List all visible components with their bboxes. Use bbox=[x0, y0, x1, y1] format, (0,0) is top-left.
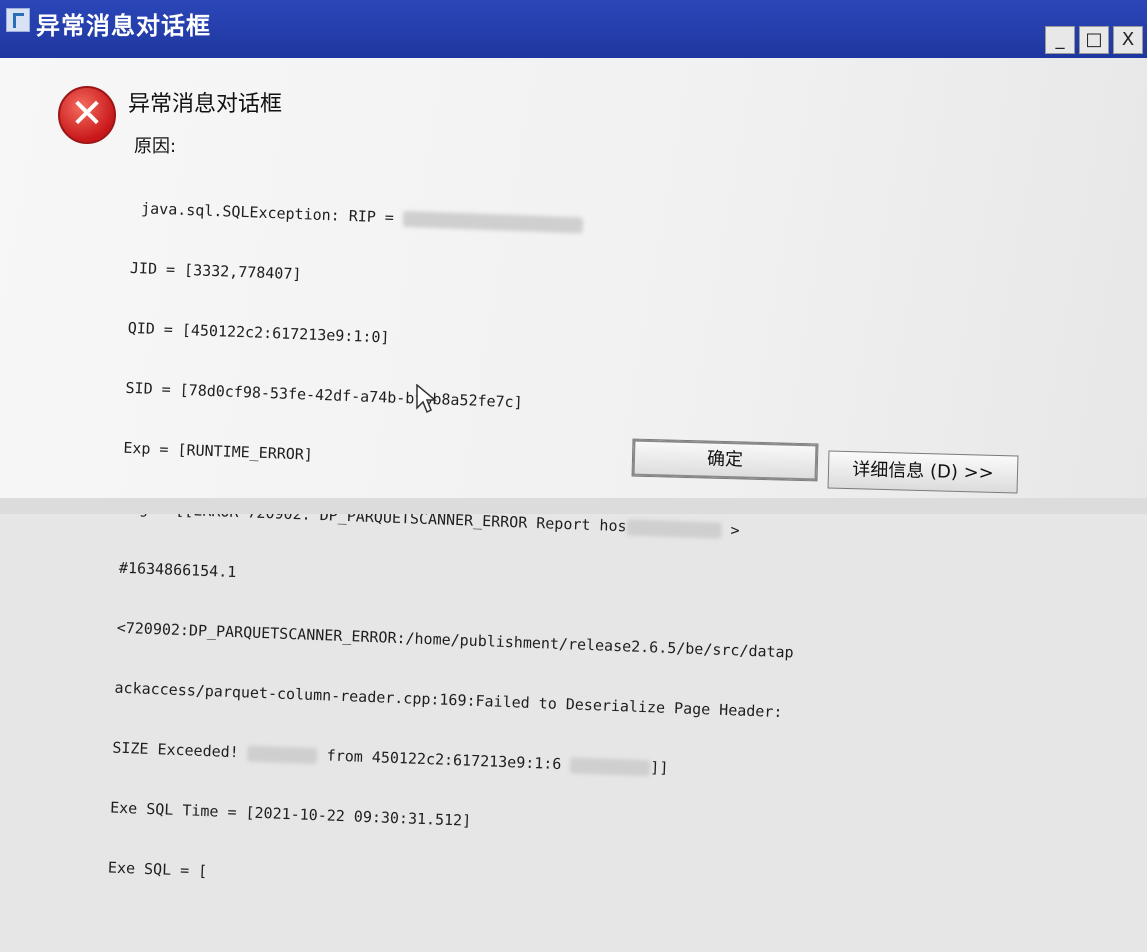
redacted-value bbox=[247, 745, 318, 764]
exception-detail-text: java.sql.SQLException: RIP = JID = [3332… bbox=[106, 158, 1073, 952]
detail-line: QID = [450122c2:617213e9:1:0] bbox=[127, 318, 390, 347]
window-title: 异常消息对话框 bbox=[36, 12, 211, 40]
detail-line: SID = [78d0cf98-53fe-42df-a74b-bfbb8a52f… bbox=[125, 378, 523, 412]
detail-line: SIZE Exceeded! from 450122c2:617213e9:1:… bbox=[112, 738, 669, 777]
dialog-content: ✕ 异常消息对话框 原因: java.sql.SQLException: RIP… bbox=[0, 58, 1147, 880]
detail-line: Exe SQL Time = [2021-10-22 09:30:31.512] bbox=[109, 798, 472, 830]
mouse-cursor-icon bbox=[416, 384, 437, 414]
detail-line: java.sql.SQLException: RIP = bbox=[132, 198, 1072, 252]
details-button[interactable]: 详细信息 (D) >> bbox=[827, 450, 1019, 494]
redacted-value bbox=[402, 210, 584, 233]
detail-line: JID = [3332,778407] bbox=[129, 258, 302, 284]
title-bar[interactable]: 异常消息对话框 _ □ X bbox=[0, 0, 1147, 58]
minimize-button[interactable]: _ bbox=[1045, 26, 1075, 54]
close-button[interactable]: X bbox=[1113, 26, 1143, 54]
detail-line: <720902:DP_PARQUETSCANNER_ERROR:/home/pu… bbox=[116, 618, 794, 662]
redacted-value bbox=[626, 518, 722, 539]
app-icon bbox=[6, 8, 30, 32]
maximize-button[interactable]: □ bbox=[1079, 26, 1109, 54]
redacted-value bbox=[570, 756, 651, 776]
window-controls: _ □ X bbox=[1045, 26, 1143, 56]
dialog-bottom-edge bbox=[0, 498, 1147, 514]
ok-button[interactable]: 确定 bbox=[631, 438, 819, 482]
exception-dialog: 异常消息对话框 _ □ X ✕ 异常消息对话框 原因: java.sql.SQL… bbox=[0, 0, 1147, 880]
detail-line: #1634866154.1 bbox=[118, 558, 237, 582]
reason-label: 原因: bbox=[134, 136, 177, 157]
detail-line: ackaccess/parquet-column-reader.cpp:169:… bbox=[114, 678, 783, 722]
detail-line: Exe SQL = [ bbox=[107, 858, 208, 881]
message-title: 异常消息对话框 bbox=[128, 92, 283, 117]
error-icon: ✕ bbox=[58, 86, 116, 144]
